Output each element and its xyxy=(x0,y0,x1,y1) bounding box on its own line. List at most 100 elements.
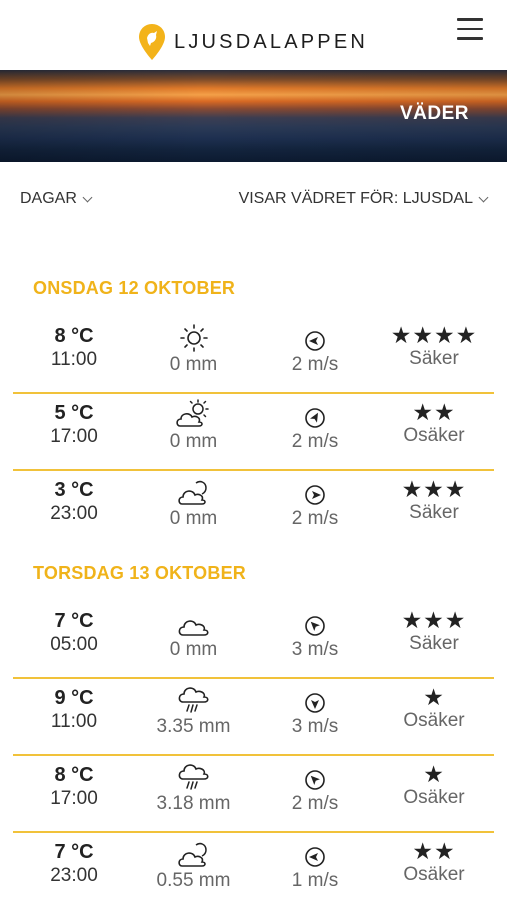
precipitation: 3.35 mm xyxy=(156,716,231,737)
temp-cell: 7 °C 05:00 xyxy=(13,603,135,679)
days-dropdown-label: DAGAR xyxy=(20,190,77,207)
wind-cell: 2 m/s xyxy=(251,757,379,833)
star-rating-icon: ★★★ xyxy=(401,607,467,633)
header-banner: VÄDER xyxy=(0,70,507,162)
precipitation-cell: 0 mm xyxy=(131,395,256,471)
forecast-row[interactable]: 5 °C 17:00 0 mm 2 m/s ★★ Osäker xyxy=(13,395,494,471)
wind-speed: 2 m/s xyxy=(291,508,339,529)
temperature: 3 °C xyxy=(54,479,94,501)
reliability-cell: ★★★★ Säker xyxy=(373,318,495,394)
precipitation: 0.55 mm xyxy=(156,870,231,891)
wind-direction-icon xyxy=(251,401,379,429)
temperature: 9 °C xyxy=(54,687,94,709)
wind-speed: 2 m/s xyxy=(291,793,339,814)
wind-direction-icon xyxy=(251,478,379,506)
forecast-row[interactable]: 3 °C 23:00 0 mm 2 m/s ★★★ Säker xyxy=(13,472,494,548)
wind-direction-icon xyxy=(251,763,379,791)
app-name: LJUSDALAPPEN xyxy=(174,30,369,53)
reliability-label: Säker xyxy=(409,633,459,654)
forecast-time: 05:00 xyxy=(50,634,98,655)
app-logo[interactable]: LJUSDALAPPEN xyxy=(138,22,368,62)
precipitation-cell: 0 mm xyxy=(131,318,256,394)
temp-cell: 5 °C 17:00 xyxy=(13,395,135,471)
forecast-row[interactable]: 8 °C 11:00 0 mm 2 m/s ★★★★ Säker xyxy=(13,318,494,394)
forecast-row[interactable]: 7 °C 23:00 0.55 mm 1 m/s ★★ Osäker xyxy=(13,834,494,900)
reliability-label: Osäker xyxy=(403,787,465,808)
temp-cell: 9 °C 11:00 xyxy=(13,680,135,756)
wind-speed: 3 m/s xyxy=(291,716,339,737)
star-rating-icon: ★ xyxy=(423,761,445,787)
temperature: 7 °C xyxy=(54,610,94,632)
days-dropdown[interactable]: DAGAR xyxy=(20,190,93,208)
reliability-cell: ★★★ Säker xyxy=(373,603,495,679)
rain-icon xyxy=(131,763,256,791)
reliability-label: Osäker xyxy=(403,864,465,885)
forecast-time: 17:00 xyxy=(50,788,98,809)
precipitation-cell: 0 mm xyxy=(131,472,256,548)
precipitation: 0 mm xyxy=(169,431,218,452)
day-heading: TORSDAG 13 OKTOBER xyxy=(33,563,246,583)
forecast-time: 11:00 xyxy=(50,349,98,370)
temperature: 5 °C xyxy=(54,402,94,424)
wind-cell: 2 m/s xyxy=(251,395,379,471)
forecast-time: 11:00 xyxy=(50,711,98,732)
forecast-row[interactable]: 7 °C 05:00 0 mm 3 m/s ★★★ Säker xyxy=(13,603,494,679)
location-dropdown-label: VISAR VÄDRET FÖR: LJUSDAL xyxy=(238,190,473,207)
forecast-time: 23:00 xyxy=(50,865,98,886)
banner-title: VÄDER xyxy=(399,103,469,124)
precipitation: 0 mm xyxy=(169,354,218,375)
partly-cloudy-night-icon xyxy=(131,478,256,506)
star-rating-icon: ★★ xyxy=(412,399,456,425)
wind-cell: 2 m/s xyxy=(251,472,379,548)
wind-speed: 2 m/s xyxy=(291,354,339,375)
reliability-cell: ★★ Osäker xyxy=(373,834,495,900)
temp-cell: 8 °C 11:00 xyxy=(13,318,135,394)
chevron-down-icon xyxy=(82,192,93,202)
reliability-label: Säker xyxy=(409,348,459,369)
wind-cell: 3 m/s xyxy=(251,680,379,756)
star-rating-icon: ★ xyxy=(423,684,445,710)
temperature: 8 °C xyxy=(54,764,94,786)
temp-cell: 3 °C 23:00 xyxy=(13,472,135,548)
star-rating-icon: ★★ xyxy=(412,838,456,864)
top-bar: LJUSDALAPPEN xyxy=(0,0,507,70)
precipitation: 0 mm xyxy=(169,639,218,660)
precipitation-cell: 3.18 mm xyxy=(131,757,256,833)
forecast-time: 23:00 xyxy=(50,503,98,524)
precipitation-cell: 0 mm xyxy=(131,603,256,679)
reliability-label: Osäker xyxy=(403,425,465,446)
precipitation: 0 mm xyxy=(169,508,218,529)
hamburger-menu-icon[interactable] xyxy=(457,18,483,42)
wind-direction-icon xyxy=(251,324,379,352)
reliability-cell: ★★★ Säker xyxy=(373,472,495,548)
wind-cell: 1 m/s xyxy=(251,834,379,900)
wind-speed: 3 m/s xyxy=(291,639,339,660)
wind-direction-icon xyxy=(251,686,379,714)
star-rating-icon: ★★★★ xyxy=(390,322,478,348)
wind-speed: 1 m/s xyxy=(291,870,339,891)
precipitation: 3.18 mm xyxy=(156,793,231,814)
reliability-label: Säker xyxy=(409,502,459,523)
wind-speed: 2 m/s xyxy=(291,431,339,452)
rain-icon xyxy=(131,686,256,714)
filter-bar: DAGAR VISAR VÄDRET FÖR: LJUSDAL xyxy=(0,190,507,216)
partly-cloudy-night-icon xyxy=(131,840,256,868)
precipitation-cell: 3.35 mm xyxy=(131,680,256,756)
wind-direction-icon xyxy=(251,609,379,637)
temperature: 8 °C xyxy=(54,325,94,347)
star-rating-icon: ★★★ xyxy=(401,476,467,502)
forecast-row[interactable]: 9 °C 11:00 3.35 mm 3 m/s ★ Osäker xyxy=(13,680,494,756)
wind-cell: 2 m/s xyxy=(251,318,379,394)
reliability-cell: ★ Osäker xyxy=(373,757,495,833)
wind-cell: 3 m/s xyxy=(251,603,379,679)
partly-sunny-icon xyxy=(131,399,256,429)
chevron-down-icon xyxy=(478,192,489,202)
temp-cell: 8 °C 17:00 xyxy=(13,757,135,833)
reliability-cell: ★ Osäker xyxy=(373,680,495,756)
precipitation-cell: 0.55 mm xyxy=(131,834,256,900)
wind-direction-icon xyxy=(251,840,379,868)
temperature: 7 °C xyxy=(54,841,94,863)
sun-icon xyxy=(131,324,256,352)
forecast-row[interactable]: 8 °C 17:00 3.18 mm 2 m/s ★ Osäker xyxy=(13,757,494,833)
location-dropdown[interactable]: VISAR VÄDRET FÖR: LJUSDAL xyxy=(238,190,489,208)
